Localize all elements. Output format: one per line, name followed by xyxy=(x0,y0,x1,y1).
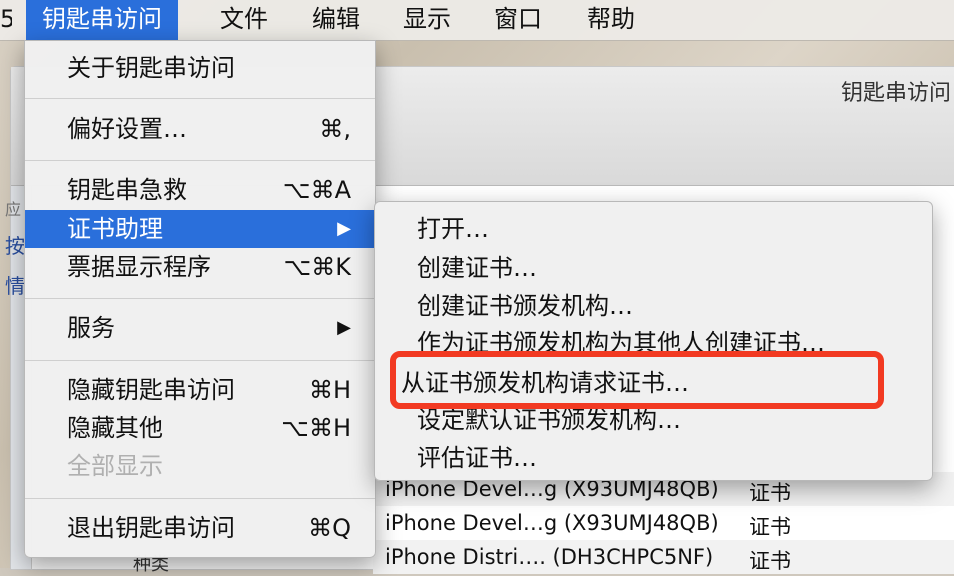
menu-item-shortcut: ⌘H xyxy=(308,376,351,404)
menu-item-shortcut: ⌘, xyxy=(319,115,351,143)
certificate-assistant-submenu: 打开… 创建证书… 创建证书颁发机构… 作为证书颁发机构为其他人创建证书… 从证… xyxy=(374,201,933,481)
menu-separator xyxy=(25,298,375,299)
menu-item-hide-others[interactable]: 隐藏其他 ⌥⌘H xyxy=(25,409,375,447)
row-name: iPhone Devel…g (X93UMJ48QB) xyxy=(385,511,719,535)
annotation-highlight-box xyxy=(390,351,884,409)
menu-item-first-aid[interactable]: 钥匙串急救 ⌥⌘A xyxy=(25,171,375,209)
submenu-item-create-certificate[interactable]: 创建证书… xyxy=(375,249,932,287)
submenu-item-label: 评估证书… xyxy=(417,444,537,472)
app-menu: 关于钥匙串访问 偏好设置… ⌘, 钥匙串急救 ⌥⌘A 证书助理 ▶ 票据显示程序… xyxy=(24,40,376,558)
menu-item-label: 全部显示 xyxy=(67,452,163,480)
menu-item-label: 票据显示程序 xyxy=(67,253,211,281)
menu-bar: 5 钥匙串访问 文件 编辑 显示 窗口 帮助 xyxy=(0,0,954,41)
menu-item-ticket-viewer[interactable]: 票据显示程序 ⌥⌘K xyxy=(25,248,375,286)
menu-item-services[interactable]: 服务 ▶ xyxy=(25,309,375,347)
menu-keychain-access[interactable]: 钥匙串访问 xyxy=(26,0,178,40)
menu-file[interactable]: 文件 xyxy=(220,0,268,40)
menu-item-shortcut: ⌥⌘K xyxy=(283,253,351,281)
menu-item-quit[interactable]: 退出钥匙串访问 ⌘Q xyxy=(25,509,375,547)
table-row[interactable]: iPhone Devel…g (X93UMJ48QB) 证书 xyxy=(373,506,954,540)
menu-item-label: 服务 xyxy=(67,314,115,342)
row-kind: 证书 xyxy=(749,481,791,505)
menu-item-label: 关于钥匙串访问 xyxy=(67,54,235,82)
submenu-item-label: 创建证书颁发机构… xyxy=(417,292,633,320)
submenu-item-evaluate[interactable]: 评估证书… xyxy=(375,439,932,477)
row-name: iPhone Distri…. (DH3CHPC5NF) xyxy=(385,545,714,569)
table-row[interactable]: iPhone Distri…. (DH3CHPC5NF) 证书 xyxy=(373,540,954,574)
submenu-item-label: 创建证书… xyxy=(417,254,537,282)
menu-item-shortcut: ⌘Q xyxy=(308,514,351,542)
submenu-item-create-ca[interactable]: 创建证书颁发机构… xyxy=(375,287,932,325)
menu-separator xyxy=(25,498,375,499)
sidebar-peek-1: 应 xyxy=(5,200,22,219)
menu-item-preferences[interactable]: 偏好设置… ⌘, xyxy=(25,110,375,148)
menu-item-about[interactable]: 关于钥匙串访问 xyxy=(25,49,375,87)
submenu-item-label: 打开… xyxy=(417,215,489,243)
menu-item-show-all: 全部显示 xyxy=(25,447,375,485)
menu-item-hide-app[interactable]: 隐藏钥匙串访问 ⌘H xyxy=(25,371,375,409)
sidebar-peek-2[interactable]: 按 xyxy=(5,230,25,259)
window-title: 钥匙串访问 xyxy=(840,81,951,106)
menu-help[interactable]: 帮助 xyxy=(587,0,635,40)
menu-view[interactable]: 显示 xyxy=(403,0,451,40)
menu-fragment[interactable]: 5 xyxy=(0,0,12,40)
menu-separator xyxy=(25,360,375,361)
submenu-arrow-icon: ▶ xyxy=(337,218,351,239)
row-kind: 证书 xyxy=(749,515,791,539)
menu-item-label: 证书助理 xyxy=(67,215,163,243)
menu-edit[interactable]: 编辑 xyxy=(312,0,360,40)
menu-item-shortcut: ⌥⌘H xyxy=(281,414,351,442)
menu-item-label: 隐藏其他 xyxy=(67,414,163,442)
menu-item-label: 钥匙串急救 xyxy=(67,176,187,204)
menu-separator xyxy=(25,98,375,99)
menu-item-certificate-assistant[interactable]: 证书助理 ▶ xyxy=(25,210,375,248)
menu-item-label: 偏好设置… xyxy=(67,115,187,143)
menu-window[interactable]: 窗口 xyxy=(494,0,542,40)
row-kind: 证书 xyxy=(749,549,791,573)
sidebar-peek-3[interactable]: 情 xyxy=(5,270,25,299)
submenu-arrow-icon: ▶ xyxy=(337,317,351,338)
menu-item-label: 隐藏钥匙串访问 xyxy=(67,376,235,404)
submenu-item-open[interactable]: 打开… xyxy=(375,210,932,248)
menu-item-label: 退出钥匙串访问 xyxy=(67,514,235,542)
menu-separator xyxy=(25,160,375,161)
menu-item-shortcut: ⌥⌘A xyxy=(282,176,351,204)
